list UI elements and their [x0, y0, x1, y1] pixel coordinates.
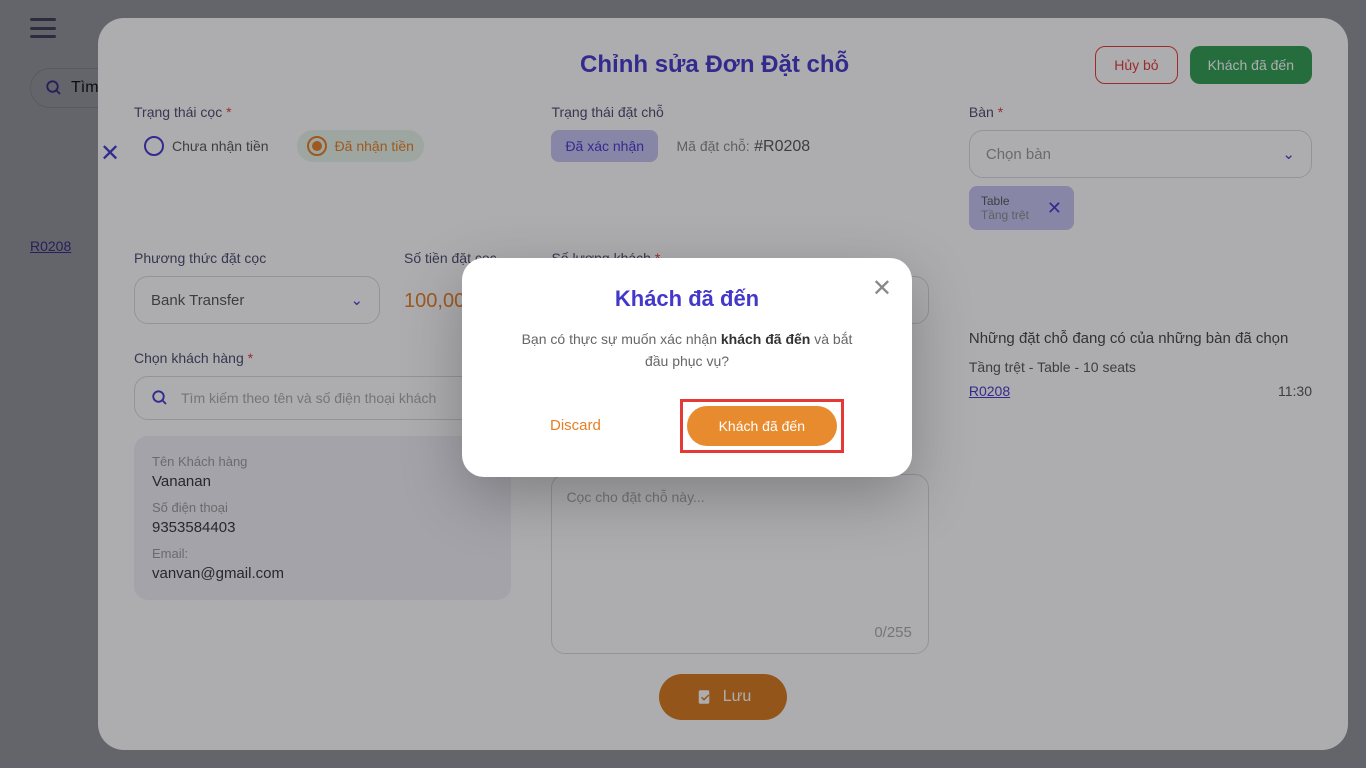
confirm-arrived-button[interactable]: Khách đã đến — [687, 406, 837, 446]
dialog-title: Khách đã đến — [490, 286, 884, 312]
dialog-message: Bạn có thực sự muốn xác nhận khách đã đế… — [490, 328, 884, 373]
discard-button[interactable]: Discard — [530, 405, 621, 446]
close-icon[interactable]: ✕ — [872, 274, 892, 303]
highlight-box: Khách đã đến — [680, 399, 844, 453]
confirm-dialog: ✕ Khách đã đến Bạn có thực sự muốn xác n… — [462, 258, 912, 477]
